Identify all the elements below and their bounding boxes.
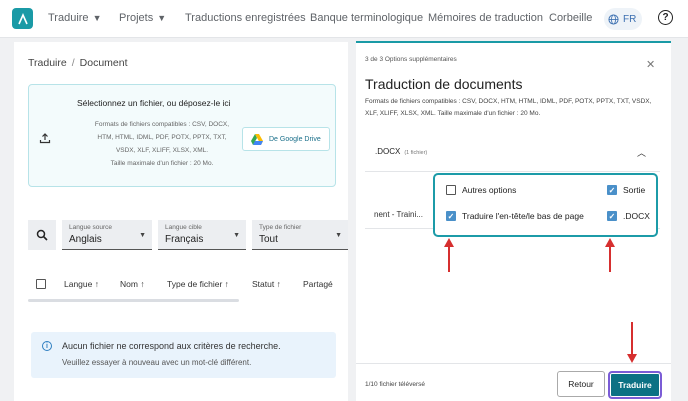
language-selector[interactable]: FR: [604, 8, 642, 30]
column-file-type[interactable]: Type de fichier ↑: [167, 279, 229, 289]
caret-down-icon: ▼: [233, 232, 240, 239]
other-options-checkbox[interactable]: Autres options: [446, 185, 516, 195]
nav-item-translation-memories[interactable]: Mémoires de traduction: [428, 12, 543, 24]
target-language-value: Français: [165, 234, 204, 245]
chevron-down-icon: ▼: [157, 13, 167, 23]
dropzone-info: Formats de fichiers compatibles : CSV, D…: [87, 118, 237, 170]
nav-item-trash[interactable]: Corbeille: [549, 12, 592, 24]
sort-arrow-icon: ↑: [140, 279, 145, 289]
google-drive-button[interactable]: De Google Drive: [242, 127, 330, 151]
panel-formats: Formats de fichiers compatibles : CSV, D…: [365, 98, 652, 117]
nav-item-saved-translations[interactable]: Traductions enregistrées: [185, 12, 306, 24]
google-drive-icon: [251, 133, 263, 145]
caret-down-icon: ▼: [139, 232, 146, 239]
document-list-panel: Traduire / Document Sélectionnez un fichie…: [14, 42, 348, 401]
sort-arrow-icon: ↑: [276, 279, 281, 289]
notice-title: Aucun fichier ne correspond aux critères…: [62, 341, 281, 351]
file-type-value: Tout: [259, 234, 278, 245]
info-icon: i: [42, 341, 52, 351]
checkbox-checked-icon: ✓: [607, 185, 617, 195]
divider: [365, 171, 660, 172]
empty-results-notice: i Aucun fichier ne correspond aux critèr…: [31, 332, 336, 378]
options-count: 3 de 3 Options supplémentaires: [365, 56, 457, 63]
nav-item-projets[interactable]: Projets ▼: [119, 12, 166, 24]
divider: [356, 363, 671, 364]
search-button[interactable]: [28, 220, 56, 250]
source-language-value: Anglais: [69, 234, 102, 245]
source-language-select[interactable]: Langue source Anglais ▼: [62, 220, 152, 250]
column-shared[interactable]: Partagé: [303, 279, 333, 289]
search-icon: [36, 229, 48, 241]
filter-bar: Langue source Anglais ▼ Langue cible Fra…: [28, 220, 348, 252]
file-type-select[interactable]: Type de fichier Tout ▼: [252, 220, 348, 250]
breadcrumb-current: Document: [79, 57, 128, 69]
file-group-type: .DOCX: [375, 147, 401, 156]
header-footer-checkbox[interactable]: ✓ Traduire l'en-tête/le bas de page: [446, 211, 584, 221]
checkbox-checked-icon: ✓: [446, 211, 456, 221]
breadcrumb: Traduire / Document: [28, 57, 128, 69]
dropzone-title: Sélectionnez un fichier, ou déposez-le i…: [77, 98, 231, 108]
translation-options-panel: 3 de 3 Options supplémentaires ✕ Traduct…: [356, 41, 671, 401]
google-drive-label: De Google Drive: [269, 135, 321, 143]
sort-arrow-icon: ↑: [224, 279, 229, 289]
column-status[interactable]: Statut ↑: [252, 279, 281, 289]
upload-count: 1/10 fichier téléversé: [365, 381, 425, 388]
nav-item-termbase[interactable]: Banque terminologique: [310, 12, 423, 24]
column-language[interactable]: Langue ↑: [64, 279, 99, 289]
target-language-select[interactable]: Langue cible Français ▼: [158, 220, 246, 250]
file-type-label: Type de fichier: [259, 224, 302, 231]
select-all-checkbox[interactable]: [36, 278, 46, 289]
file-group-count: (1 fichier): [404, 150, 428, 156]
dropzone-formats: Formats de fichiers compatibles : CSV, D…: [94, 121, 230, 154]
language-code: FR: [623, 13, 637, 25]
back-button[interactable]: Retour: [557, 371, 605, 397]
docx-output-checkbox[interactable]: ✓ .DOCX: [607, 211, 650, 221]
output-checkbox[interactable]: ✓ Sortie: [607, 185, 645, 195]
close-icon[interactable]: ✕: [646, 58, 655, 71]
chevron-up-icon[interactable]: ︿: [637, 146, 646, 159]
table-header: Langue ↑ Nom ↑ Type de fichier ↑ Statut …: [28, 274, 348, 296]
globe-icon: [608, 13, 619, 25]
options-highlight-box: Autres options ✓ Sortie ✓ Traduire l'en-tê…: [433, 173, 658, 237]
checkbox-unchecked: [446, 185, 456, 195]
target-language-label: Langue cible: [165, 224, 202, 231]
nav-item-traduire[interactable]: Traduire ▼: [48, 12, 101, 24]
translate-button[interactable]: Traduire: [608, 371, 662, 399]
sort-arrow-icon: ↑: [94, 279, 99, 289]
breadcrumb-separator: /: [71, 57, 75, 69]
source-language-label: Langue source: [69, 224, 113, 231]
file-name: nent - Traini...: [374, 210, 423, 219]
file-dropzone[interactable]: Sélectionnez un fichier, ou déposez-le i…: [28, 84, 336, 187]
caret-down-icon: ▼: [335, 232, 342, 239]
horizontal-scrollbar[interactable]: [28, 299, 239, 302]
dropzone-max-size: Taille maximale d'un fichier : 20 Mo.: [110, 160, 214, 167]
column-name[interactable]: Nom ↑: [120, 279, 145, 289]
help-icon[interactable]: ?: [658, 10, 673, 25]
panel-title: Traduction de documents: [365, 76, 523, 92]
breadcrumb-root[interactable]: Traduire: [28, 57, 67, 69]
app-logo-icon[interactable]: [12, 8, 33, 29]
notice-subtitle: Veuillez essayer à nouveau avec un mot-c…: [62, 358, 252, 367]
upload-icon: [39, 133, 51, 144]
checkbox-checked-icon: ✓: [607, 211, 617, 221]
chevron-down-icon: ▼: [92, 13, 102, 23]
top-nav: Traduire ▼ Projets ▼ Traductions enregistr…: [0, 0, 688, 38]
file-group-header[interactable]: .DOCX (1 fichier): [375, 147, 427, 156]
